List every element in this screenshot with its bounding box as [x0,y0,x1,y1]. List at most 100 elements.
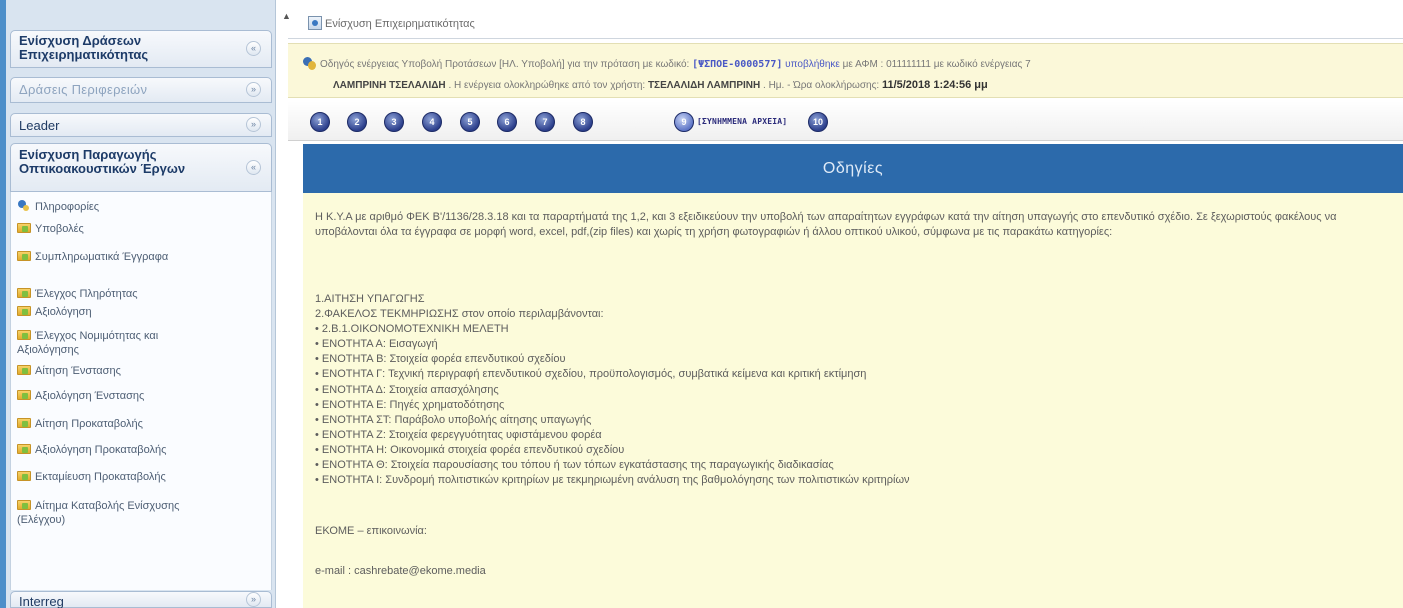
main-panel: Ενίσχυση Επιχειρηματικότητας Οδηγός ενέρ… [288,0,1403,608]
list-item: • ΕΝΟΤΗΤΑ Ζ: Στοιχεία φερεγγυότητας υφισ… [315,428,602,441]
expand-icon[interactable]: » [246,117,261,132]
sidebar-item-objection-evaluation[interactable]: Αξιολόγηση Ένστασης [17,389,267,403]
sidebar-item-label: Αξιολόγηση [35,306,92,318]
folder-icon [17,306,31,316]
sidebar-section-interreg[interactable]: Interreg » [10,591,272,608]
info-prefix: Οδηγός ενέργειας Υποβολή Προτάσεων [ΗΛ. … [320,59,690,70]
sidebar-section-title: Δράσεις Περιφερειών [19,82,148,97]
sidebar-section-title: Ενίσχυση Δράσεων Επιχειρηματικότητας [19,33,149,62]
folder-icon [17,471,31,481]
step-7-button[interactable]: 7 [535,112,555,132]
list-item: 1.ΑΙΤΗΣΗ ΥΠΑΓΩΓΗΣ [315,293,425,305]
list-item: • ΕΝΟΤΗΤΑ Ι: Συνδρομή πολιτιστικών κριτη… [315,474,910,487]
sidebar-item-label: Αίτηση Προκαταβολής [35,418,143,430]
date-label: . Ημ. - Ώρα ολοκλήρωσης: [763,80,880,91]
sidebar-item-label: Συμπληρωματικά Έγγραφα [35,251,169,263]
step-9-button[interactable]: 9 [674,112,694,132]
step-1-button[interactable]: 1 [310,112,330,132]
sidebar-section-leader[interactable]: Leader » [10,113,272,137]
step-3-button[interactable]: 3 [384,112,404,132]
list-item: • ΕΝΟΤΗΤΑ Β: Στοιχεία φορέα επενδυτικού … [315,353,566,366]
sidebar-item-label: Αίτηση Ένστασης [35,365,121,377]
page-titlebar: Ενίσχυση Επιχειρηματικότητας [288,9,1403,39]
sidebar-section-title: Ενίσχυση Παραγωγής Οπτικοακουστικών Έργω… [19,147,186,176]
list-item: • ΕΝΟΤΗΤΑ Γ: Τεχνική περιγραφή επενδυτικ… [315,368,867,381]
info-suffix: με ΑΦΜ : 011111111 με κωδικό ενέργειας 7 [842,59,1031,70]
sidebar: Ενίσχυση Δράσεων Επιχειρηματικότητας « Δ… [6,0,276,608]
info-icon [17,200,31,212]
sidebar-section-audiovisual[interactable]: Ενίσχυση Παραγωγής Οπτικοακουστικών Έργω… [10,143,272,192]
collapse-icon[interactable]: « [246,41,261,56]
folder-icon [17,330,31,340]
sidebar-item-label: Πληροφορίες [35,201,100,213]
sidebar-item-evaluation[interactable]: Αξιολόγηση [17,305,267,319]
folder-icon [17,444,31,454]
sidebar-item-advance-request[interactable]: Αίτηση Προκαταβολής [17,417,267,431]
sidebar-item-label: Αίτημα Καταβολής Ενίσχυσης (Ελέγχου) [17,500,180,526]
info-line-1: Οδηγός ενέργειας Υποβολή Προτάσεων [ΗΛ. … [320,59,1400,70]
info-mid: . Η ενέργεια ολοκληρώθηκε από τον χρήστη… [448,80,646,91]
list-item: 2.ΦΑΚΕΛΟΣ ΤΕΚΜΗΡΙΩΣΗΣ στον οποίο περιλαμ… [315,308,604,321]
instructions-header: Οδηγίες [303,144,1403,193]
sidebar-section-title: Interreg [19,594,64,608]
applicant-name: ΛΑΜΠΡΙΝΗ ΤΣΕΛΑΛΙΔΗ [333,80,446,91]
submission-info-bar: Οδηγός ενέργειας Υποβολή Προτάσεων [ΗΛ. … [288,43,1403,98]
instructions-panel: Η Κ.Υ.Α με αριθμό ΦΕΚ Β'/1136/28.3.18 κα… [303,193,1403,608]
folder-icon [17,365,31,375]
step-2-button[interactable]: 2 [347,112,367,132]
folder-icon [17,418,31,428]
list-item: • 2.Β.1.ΟΙΚΟΝΟΜΟΤΕΧΝΙΚΗ ΜΕΛΕΤΗ [315,323,509,336]
sidebar-item-label: Έλεγχος Πληρότητας [35,288,138,300]
list-item: • ΕΝΟΤΗΤΑ ΣΤ: Παράβολο υποβολής αίτησης … [315,413,592,426]
sidebar-item-advance-disbursement[interactable]: Εκταμίευση Προκαταβολής [17,470,267,484]
sidebar-section-regions[interactable]: Δράσεις Περιφερειών » [10,77,272,103]
status-text: υποβλήθηκε [785,59,840,70]
sidebar-item-legality-check[interactable]: Έλεγχος Νομιμότητας και Αξιολόγησης [17,329,207,357]
sidebar-item-payment-request[interactable]: Αίτημα Καταβολής Ενίσχυσης (Ελέγχου) [17,499,217,527]
sidebar-item-objection-request[interactable]: Αίτηση Ένστασης [17,364,267,378]
sidebar-item-label: Υποβολές [35,223,84,235]
folder-icon [17,288,31,298]
folder-icon [17,390,31,400]
sidebar-item-label: Εκταμίευση Προκαταβολής [35,471,166,483]
list-item: • ΕΝΟΤΗΤΑ Δ: Στοιχεία απασχόλησης [315,383,499,396]
completion-date: 11/5/2018 1:24:56 μμ [881,79,988,91]
sidebar-item-label: Έλεγχος Νομιμότητας και Αξιολόγησης [17,330,159,356]
sidebar-item-supplementary-docs[interactable]: Συμπληρωματικά Έγγραφα [17,250,267,264]
expand-icon[interactable]: » [246,82,261,97]
list-item: • ΕΝΟΤΗΤΑ Η: Οικονομικά στοιχεία φορέα ε… [315,443,625,456]
list-item: • ΕΝΟΤΗΤΑ Α: Εισαγωγή [315,338,438,351]
folder-icon [17,500,31,510]
step-5-button[interactable]: 5 [460,112,480,132]
sidebar-section-entrepreneurship[interactable]: Ενίσχυση Δράσεων Επιχειρηματικότητας « [10,30,272,68]
contact-label: ΕΚΟΜΕ – επικοινωνία: [315,525,427,537]
list-item: • ΕΝΟΤΗΤΑ Ε: Πηγές χρηματοδότησης [315,398,505,411]
proposal-code: [ΨΣΠΟΕ-0000577] [692,59,783,70]
list-item: • ΕΝΟΤΗΤΑ Θ: Στοιχεία παρουσίασης του τό… [315,459,834,472]
collapse-icon[interactable]: « [246,159,261,175]
step-6-button[interactable]: 6 [497,112,517,132]
wizard-steps-bar: 1 2 3 4 5 6 7 8 9 [ΣΥΝΗΜΜΕΝΑ ΑΡΧΕΙΑ] 10 [288,101,1403,141]
sidebar-item-info[interactable]: Πληροφορίες [17,200,267,214]
step-8-button[interactable]: 8 [573,112,593,132]
completed-by-user: ΤΣΕΛΑΛΙΔΗ ΛΑΜΠΡΙΝΗ [647,80,761,91]
sidebar-item-label: Αξιολόγηση Ένστασης [35,390,145,402]
categories-list: 1.ΑΙΤΗΣΗ ΥΠΑΓΩΓΗΣ 2.ΦΑΚΕΛΟΣ ΤΕΚΜΗΡΙΩΣΗΣ … [315,292,1395,488]
step-10-button[interactable]: 10 [808,112,828,132]
sidebar-menu: Πληροφορίες Υποβολές Συμπληρωματικά Έγγρ… [10,192,272,590]
sidebar-item-advance-evaluation[interactable]: Αξιολόγηση Προκαταβολής [17,443,267,457]
sidebar-item-completeness-check[interactable]: Έλεγχος Πληρότητας [17,287,267,301]
expand-icon[interactable]: » [246,591,261,607]
page-icon [308,16,322,30]
step-4-button[interactable]: 4 [422,112,442,132]
folder-icon [17,223,31,233]
info-line-2: ΛΑΜΠΡΙΝΗ ΤΣΕΛΑΛΙΔΗ . Η ενέργεια ολοκληρώ… [333,79,988,91]
sidebar-section-title: Leader [19,118,60,133]
active-step-label: [ΣΥΝΗΜΜΕΝΑ ΑΡΧΕΙΑ] [697,117,788,126]
sidebar-item-submissions[interactable]: Υποβολές [17,222,267,236]
contact-email[interactable]: e-mail : cashrebate@ekome.media [315,565,486,577]
page-title: Ενίσχυση Επιχειρηματικότητας [325,18,475,30]
folder-icon [17,251,31,261]
info-icon [303,57,317,71]
instructions-paragraph: Η Κ.Υ.Α με αριθμό ΦΕΚ Β'/1136/28.3.18 κα… [315,211,1337,238]
